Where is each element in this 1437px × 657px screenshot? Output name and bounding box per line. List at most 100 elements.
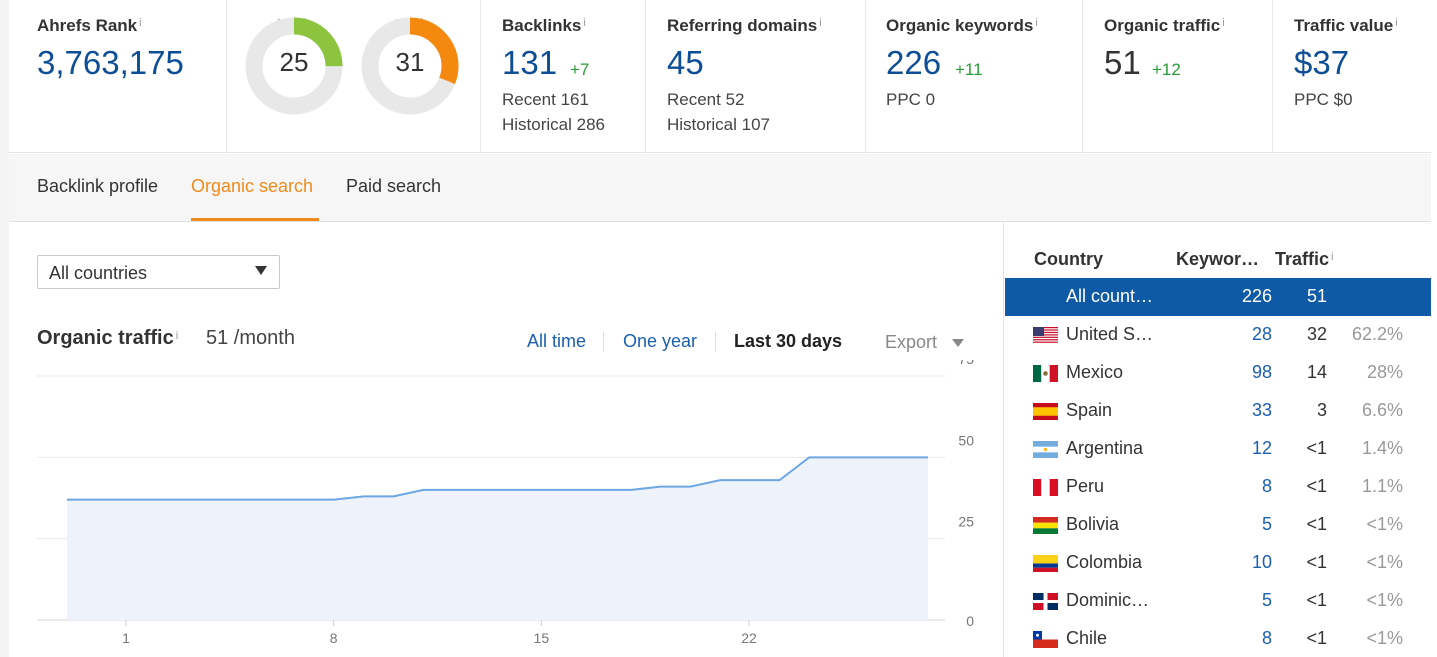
metric-organic-traffic: Organic traffic i 51 +12 [1083, 0, 1273, 153]
country-keywords[interactable]: 33 [1252, 400, 1272, 421]
ur-value: 25 [279, 47, 309, 77]
x-tick-label: 15 [534, 630, 550, 646]
country-name[interactable]: Dominic… [1066, 590, 1166, 611]
range-one-year[interactable]: One year [623, 331, 697, 352]
country-name[interactable]: Argentina [1066, 438, 1166, 459]
country-name[interactable]: United S… [1066, 324, 1166, 345]
country-row[interactable]: Chile 8 <1 <1% [1005, 620, 1431, 657]
metric-ahrefs-rank: Ahrefs Rank i 3,763,175 [9, 0, 227, 153]
metrics-bar: Ahrefs Rank i 3,763,175 UR i 25 DR i 31 Bac… [9, 0, 1431, 153]
organic-keywords-value[interactable]: 226 [886, 44, 941, 82]
country-traffic-share: <1% [1366, 628, 1403, 648]
info-icon[interactable]: i [176, 330, 178, 342]
backlinks-recent[interactable]: Recent 161 [502, 90, 589, 110]
info-icon[interactable]: i [1395, 17, 1397, 29]
organic-keywords-label: Organic keywords [886, 16, 1034, 35]
tab-backlink-profile[interactable]: Backlink profile [37, 176, 158, 197]
flag-pe-icon [1033, 479, 1058, 496]
y-tick-label: 25 [958, 514, 974, 530]
country-traffic: 32 [1306, 324, 1327, 344]
country-keywords[interactable]: 12 [1252, 438, 1272, 459]
country-name[interactable]: All count… [1066, 286, 1166, 307]
organic-keywords-delta: +11 [955, 60, 983, 79]
country-name[interactable]: Mexico [1066, 362, 1166, 383]
tab-paid-search[interactable]: Paid search [346, 176, 441, 197]
country-name[interactable]: Spain [1066, 400, 1166, 421]
country-traffic: <1 [1306, 514, 1327, 534]
country-row[interactable]: United S… 28 32 62.2% [1005, 316, 1431, 354]
country-row[interactable]: Mexico 98 14 28% [1005, 354, 1431, 392]
flag-us-icon [1033, 327, 1058, 344]
range-last-30-days[interactable]: Last 30 days [734, 331, 842, 352]
chevron-down-icon [255, 266, 267, 275]
range-separator [715, 332, 716, 352]
traffic-value-label: Traffic value [1294, 16, 1394, 35]
metric-organic-keywords: Organic keywords i 226 +11 PPC 0 [866, 0, 1083, 153]
range-all-time[interactable]: All time [527, 331, 586, 352]
flag-ar-icon [1033, 441, 1058, 458]
country-row[interactable]: Bolivia 5 <1 <1% [1005, 506, 1431, 544]
country-row[interactable]: Peru 8 <1 1.1% [1005, 468, 1431, 506]
country-keywords[interactable]: 28 [1252, 324, 1272, 345]
traffic-value-value[interactable]: $37 [1294, 44, 1349, 82]
country-keywords[interactable]: 8 [1262, 628, 1272, 649]
country-keywords[interactable]: 8 [1262, 476, 1272, 497]
country-traffic: 51 [1306, 286, 1327, 306]
ahrefs-rank-value[interactable]: 3,763,175 [37, 44, 184, 82]
country-keywords[interactable]: 10 [1252, 552, 1272, 573]
referring-domains-historical[interactable]: Historical 107 [667, 115, 770, 135]
info-icon[interactable]: i [1331, 251, 1333, 263]
flag-do-icon [1033, 593, 1058, 610]
dr-value: 31 [395, 47, 425, 77]
info-icon[interactable]: i [819, 17, 821, 29]
chevron-down-icon[interactable] [952, 339, 964, 347]
country-name[interactable]: Peru [1066, 476, 1166, 497]
flag-cl-icon [1033, 631, 1058, 648]
country-keywords[interactable]: 5 [1262, 590, 1272, 611]
country-traffic: 14 [1306, 362, 1327, 382]
country-keywords[interactable]: 5 [1262, 514, 1272, 535]
chart-title: Organic traffic [37, 327, 174, 349]
country-traffic-share: 28% [1366, 362, 1403, 382]
metric-traffic-value: Traffic value i $37 PPC $0 [1273, 0, 1431, 153]
organic-traffic-value: 51 [1104, 44, 1141, 81]
country-row[interactable]: All count… 226 51 [1005, 278, 1431, 316]
export-button[interactable]: Export [885, 332, 937, 353]
metric-referring-domains: Referring domains i 45 Recent 52 Historic… [646, 0, 866, 153]
referring-domains-recent[interactable]: Recent 52 [667, 90, 745, 110]
section-tabs: Backlink profile Organic search Paid sea… [9, 154, 1431, 222]
col-header-keywords[interactable]: Keywor… [1176, 249, 1259, 270]
info-icon[interactable]: i [1035, 17, 1037, 29]
backlinks-historical[interactable]: Historical 286 [502, 115, 605, 135]
col-header-traffic[interactable]: Traffic [1275, 249, 1329, 269]
flag-bo-icon [1033, 517, 1058, 534]
country-row[interactable]: Argentina 12 <1 1.4% [1005, 430, 1431, 468]
country-traffic-share: <1% [1366, 514, 1403, 534]
country-traffic-share: 1.4% [1361, 438, 1403, 458]
traffic-area [67, 457, 928, 620]
chart-monthly-value: 51 /month [206, 327, 295, 349]
country-name[interactable]: Bolivia [1066, 514, 1166, 535]
panel-divider [1003, 222, 1004, 657]
country-traffic: <1 [1306, 476, 1327, 496]
referring-domains-label: Referring domains [667, 16, 818, 35]
country-traffic: <1 [1306, 438, 1327, 458]
country-row[interactable]: Colombia 10 <1 <1% [1005, 544, 1431, 582]
country-select[interactable]: All countries [37, 255, 280, 289]
referring-domains-value[interactable]: 45 [667, 44, 704, 82]
col-header-country[interactable]: Country [1034, 249, 1103, 270]
backlinks-value[interactable]: 131 [502, 44, 557, 82]
country-row[interactable]: Dominic… 5 <1 <1% [1005, 582, 1431, 620]
country-keywords[interactable]: 226 [1242, 286, 1272, 307]
country-name[interactable]: Chile [1066, 628, 1166, 649]
x-tick-label: 1 [122, 630, 130, 646]
info-icon[interactable]: i [1222, 17, 1224, 29]
tab-organic-search[interactable]: Organic search [191, 176, 313, 197]
info-icon[interactable]: i [139, 17, 141, 29]
country-name[interactable]: Colombia [1066, 552, 1166, 573]
info-icon[interactable]: i [583, 17, 585, 29]
ur-donut: 25 [245, 17, 343, 115]
country-row[interactable]: Spain 33 3 6.6% [1005, 392, 1431, 430]
organic-traffic-label: Organic traffic [1104, 16, 1221, 35]
country-keywords[interactable]: 98 [1252, 362, 1272, 383]
